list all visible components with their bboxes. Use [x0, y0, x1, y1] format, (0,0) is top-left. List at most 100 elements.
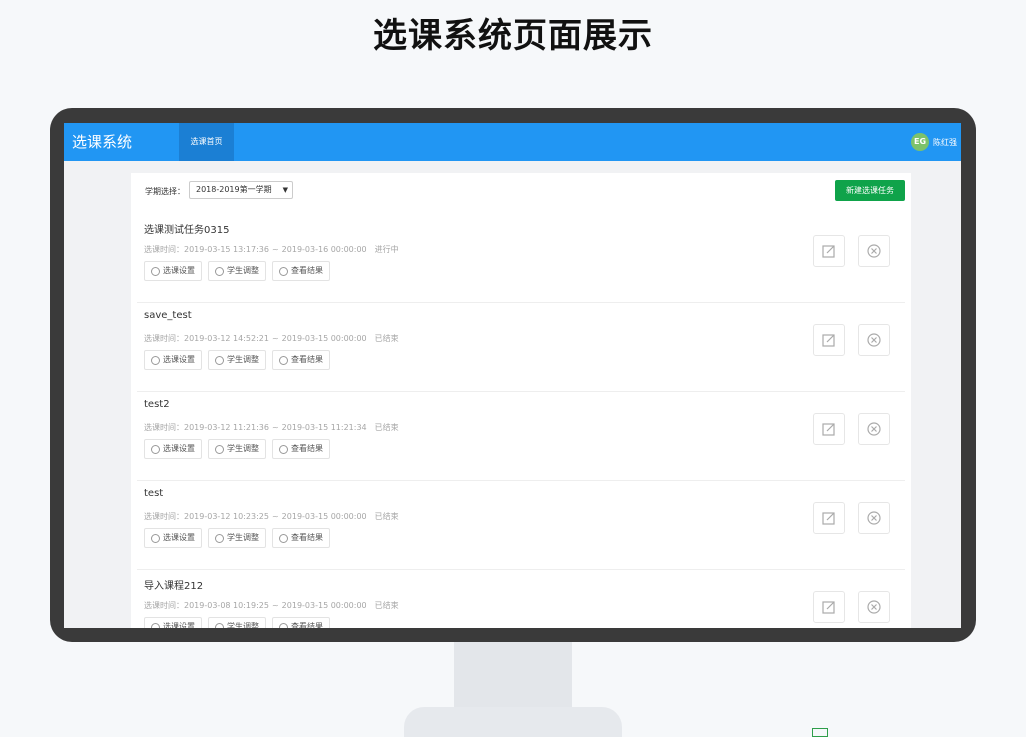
adjust-icon: [215, 533, 224, 543]
delete-button[interactable]: [858, 413, 890, 445]
task-name: test: [144, 488, 164, 499]
student-adjust-button[interactable]: 学生调整: [208, 261, 266, 281]
settings-icon: [151, 444, 160, 454]
view-results-button[interactable]: 查看结果: [272, 439, 330, 459]
task-time-label: 选课时间：: [144, 601, 184, 610]
chevron-down-icon: ▼: [282, 186, 288, 194]
action-label: 查看结果: [291, 266, 323, 275]
close-icon: [867, 333, 881, 347]
app-header: 选课系统 选课首页 EG 陈红强: [64, 123, 961, 161]
view-results-button[interactable]: 查看结果: [272, 617, 330, 628]
task-end-time: 2019-03-15 00:00:00: [281, 601, 367, 610]
task-status: 已结束: [374, 423, 399, 432]
task-time-label: 选课时间：: [144, 245, 184, 254]
monitor-stand-base: [404, 707, 622, 737]
close-icon: [867, 422, 881, 436]
task-time-label: 选课时间：: [144, 423, 184, 432]
adjust-icon: [215, 444, 224, 454]
task-status: 进行中: [374, 245, 399, 254]
delete-button[interactable]: [858, 502, 890, 534]
close-icon: [867, 511, 881, 525]
corner-decoration: [812, 728, 1026, 737]
task-name: save_test: [144, 310, 192, 321]
task-name: test2: [144, 399, 170, 410]
task-actions: 选课设置 学生调整 查看结果: [144, 439, 330, 459]
task-start-time: 2019-03-12 10:23:25: [184, 512, 269, 521]
task-time: 选课时间：2019-03-12 10:23:25 ~2019-03-15 00:0…: [144, 511, 399, 522]
task-actions: 选课设置 学生调整 查看结果: [144, 261, 330, 281]
student-adjust-button[interactable]: 学生调整: [208, 350, 266, 370]
student-adjust-button[interactable]: 学生调整: [208, 617, 266, 628]
term-label: 学期选择：: [145, 187, 185, 196]
edit-button[interactable]: [813, 591, 845, 623]
task-actions: 选课设置 学生调整 查看结果: [144, 528, 330, 548]
task-start-time: 2019-03-15 13:17:36: [184, 245, 269, 254]
monitor-screen: 选课系统 选课首页 EG 陈红强 学期选择： 2018-2019第一学期 ▼ 新…: [64, 123, 961, 628]
page: 选课系统页面展示 选课系统 选课首页 EG 陈红强 学期选择： 2018-201…: [0, 0, 1026, 737]
edit-icon: [822, 334, 835, 347]
tab-course-home[interactable]: 选课首页: [179, 123, 234, 161]
delete-button[interactable]: [858, 235, 890, 267]
close-icon: [867, 600, 881, 614]
list-item: 导入课程212 选课时间：2019-03-08 10:19:25 ~2019-03…: [137, 570, 905, 628]
action-label: 学生调整: [227, 355, 259, 364]
user-name[interactable]: 陈红强: [933, 137, 957, 148]
task-actions: 选课设置 学生调整 查看结果: [144, 617, 330, 628]
edit-button[interactable]: [813, 502, 845, 534]
term-select[interactable]: 2018-2019第一学期 ▼: [189, 181, 293, 199]
course-settings-button[interactable]: 选课设置: [144, 261, 202, 281]
task-name: 选课测试任务0315: [144, 225, 230, 236]
action-label: 选课设置: [163, 444, 195, 453]
avatar[interactable]: EG: [911, 133, 929, 151]
task-end-time: 2019-03-16 00:00:00: [281, 245, 367, 254]
delete-button[interactable]: [858, 324, 890, 356]
time-separator: ~: [271, 334, 279, 343]
action-label: 学生调整: [227, 533, 259, 542]
view-results-button[interactable]: 查看结果: [272, 528, 330, 548]
task-actions: 选课设置 学生调整 查看结果: [144, 350, 330, 370]
action-label: 选课设置: [163, 622, 195, 628]
task-time: 选课时间：2019-03-15 13:17:36 ~2019-03-16 00:0…: [144, 244, 399, 255]
course-settings-button[interactable]: 选课设置: [144, 617, 202, 628]
student-adjust-button[interactable]: 学生调整: [208, 439, 266, 459]
user-menu[interactable]: EG 陈红强: [911, 123, 957, 161]
action-label: 选课设置: [163, 266, 195, 275]
task-time: 选课时间：2019-03-12 11:21:36 ~2019-03-15 11:2…: [144, 422, 399, 433]
adjust-icon: [215, 622, 224, 628]
list-item: test2 选课时间：2019-03-12 11:21:36 ~2019-03-1…: [137, 392, 905, 481]
task-time: 选课时间：2019-03-12 14:52:21 ~2019-03-15 00:0…: [144, 333, 399, 344]
action-label: 学生调整: [227, 622, 259, 628]
action-label: 查看结果: [291, 355, 323, 364]
edit-button[interactable]: [813, 324, 845, 356]
course-settings-button[interactable]: 选课设置: [144, 350, 202, 370]
monitor-stand-neck: [454, 642, 572, 710]
course-settings-button[interactable]: 选课设置: [144, 528, 202, 548]
action-label: 学生调整: [227, 444, 259, 453]
edit-button[interactable]: [813, 235, 845, 267]
action-label: 学生调整: [227, 266, 259, 275]
settings-icon: [151, 533, 160, 543]
page-title: 选课系统页面展示: [373, 16, 653, 56]
new-task-button[interactable]: 新建选课任务: [835, 180, 905, 201]
list-item: save_test 选课时间：2019-03-12 14:52:21 ~2019-…: [137, 303, 905, 392]
edit-button[interactable]: [813, 413, 845, 445]
course-settings-button[interactable]: 选课设置: [144, 439, 202, 459]
close-icon: [867, 244, 881, 258]
results-icon: [279, 622, 288, 628]
results-icon: [279, 355, 288, 365]
settings-icon: [151, 622, 160, 628]
task-time-label: 选课时间：: [144, 334, 184, 343]
list-item: test 选课时间：2019-03-12 10:23:25 ~2019-03-15…: [137, 481, 905, 570]
term-select-value: 2018-2019第一学期: [196, 185, 272, 194]
delete-button[interactable]: [858, 591, 890, 623]
edit-icon: [822, 512, 835, 525]
task-end-time: 2019-03-15 11:21:34: [281, 423, 367, 432]
action-label: 查看结果: [291, 622, 323, 628]
view-results-button[interactable]: 查看结果: [272, 261, 330, 281]
corner-box-icon: [812, 728, 828, 737]
view-results-button[interactable]: 查看结果: [272, 350, 330, 370]
action-label: 查看结果: [291, 444, 323, 453]
task-time: 选课时间：2019-03-08 10:19:25 ~2019-03-15 00:0…: [144, 600, 399, 611]
student-adjust-button[interactable]: 学生调整: [208, 528, 266, 548]
results-icon: [279, 266, 288, 276]
